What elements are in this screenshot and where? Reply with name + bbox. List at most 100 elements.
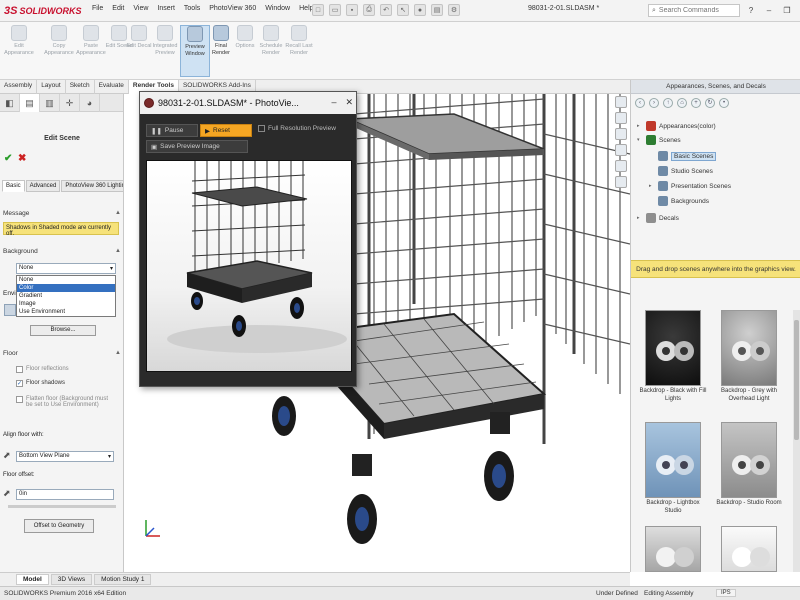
file-properties-icon[interactable]: ▤	[431, 4, 443, 16]
undo-icon[interactable]: ↶	[380, 4, 392, 16]
option-image[interactable]: Image	[17, 300, 115, 308]
solidworks-logo[interactable]: 3S SOLIDWORKS	[4, 4, 81, 18]
tab-advanced[interactable]: Advanced	[25, 180, 61, 192]
options-icon[interactable]: ⚙	[448, 4, 460, 16]
property-manager-icon[interactable]: ▤	[20, 94, 40, 112]
floor-offset-input[interactable]: 0in	[16, 489, 114, 500]
open-icon[interactable]: ▭	[329, 4, 341, 16]
scene-lightbox-studio[interactable]: Backdrop - Lightbox Studio	[637, 422, 709, 515]
search-input[interactable]	[658, 7, 729, 14]
tab-3d-views[interactable]: 3D Views	[50, 574, 93, 585]
scene-grey-overhead[interactable]: Backdrop - Grey with Overhead Light	[713, 310, 785, 403]
menu-file[interactable]: File	[92, 5, 103, 12]
option-color[interactable]: Color	[17, 284, 115, 292]
search-commands[interactable]: ⌕	[648, 4, 740, 17]
checkbox-icon	[16, 366, 23, 373]
gallery-scrollbar[interactable]	[793, 310, 800, 572]
paste-appearance-button[interactable]: Paste Appearance	[76, 25, 106, 77]
environment-header[interactable]: Envi	[3, 290, 16, 297]
tree-item-scenes[interactable]: ▾ Scenes	[637, 134, 681, 146]
pin-icon[interactable]: •	[719, 98, 729, 108]
floor-reflections-checkbox[interactable]: Floor reflections	[16, 366, 116, 373]
tab-basic[interactable]: Basic	[2, 180, 25, 192]
schedule-render-button[interactable]: Schedule Render	[256, 25, 286, 77]
scene-item[interactable]	[637, 526, 709, 572]
menu-photoview[interactable]: PhotoView 360	[209, 5, 256, 12]
option-use-environment[interactable]: Use Environment	[17, 308, 115, 316]
background-select[interactable]: None ▾	[16, 263, 116, 274]
cancel-icon[interactable]: ✖	[18, 153, 26, 164]
rebuild-icon[interactable]: ●	[414, 4, 426, 16]
view-palette-icon[interactable]	[615, 144, 627, 156]
units-selector[interactable]: IPS	[716, 589, 736, 597]
tree-item-presentation-scenes[interactable]: ▸ Presentation Scenes	[649, 180, 731, 192]
reset-button[interactable]: ▶ Reset	[200, 124, 252, 137]
tab-photoview-lighting[interactable]: PhotoView 360 Lighting	[61, 180, 123, 192]
pause-button[interactable]: ❚❚ Pause	[146, 124, 198, 137]
tab-model[interactable]: Model	[16, 574, 49, 585]
up-icon[interactable]: ↑	[663, 98, 673, 108]
copy-appearance-button[interactable]: Copy Appearance	[44, 25, 74, 77]
appearances-icon[interactable]	[615, 160, 627, 172]
message-header[interactable]: Message ▲	[3, 210, 121, 217]
floor-shadows-checkbox[interactable]: ✓ Floor shadows	[16, 380, 116, 387]
restore-icon[interactable]: ❐	[780, 3, 794, 17]
offset-to-geometry-button[interactable]: Offset to Geometry	[24, 519, 94, 533]
menu-view[interactable]: View	[133, 5, 148, 12]
align-floor-select[interactable]: Bottom View Plane ▾	[16, 451, 114, 462]
forward-icon[interactable]: ›	[649, 98, 659, 108]
full-resolution-checkbox[interactable]: Full Resolution Preview	[258, 125, 336, 132]
floor-header[interactable]: Floor ▲	[3, 350, 121, 357]
feature-manager-icon[interactable]: ◧	[0, 94, 20, 112]
option-none[interactable]: None	[17, 276, 115, 284]
tree-item-appearances[interactable]: ▸ Appearances(color)	[637, 120, 716, 132]
display-manager-icon[interactable]: ◕	[80, 94, 100, 112]
home-icon[interactable]: ⌂	[677, 98, 687, 108]
print-icon[interactable]: ⎙	[363, 4, 375, 16]
tab-assembly[interactable]: Assembly	[0, 80, 38, 94]
scene-item[interactable]	[713, 526, 785, 572]
tab-evaluate[interactable]: Evaluate	[95, 80, 129, 94]
tree-item-decals[interactable]: ▸ Decals	[637, 212, 679, 224]
browse-button[interactable]: Browse...	[30, 325, 96, 336]
scrollbar-thumb[interactable]	[794, 320, 799, 440]
back-icon[interactable]: ‹	[635, 98, 645, 108]
tab-motion-study[interactable]: Motion Study 1	[94, 574, 152, 585]
edit-appearance-button[interactable]: Edit Appearance	[4, 25, 34, 77]
scene-black-fill-lights[interactable]: Backdrop - Black with Fill Lights	[637, 310, 709, 403]
floor-offset-slider[interactable]	[8, 505, 116, 508]
recall-last-render-button[interactable]: Recall Last Render	[284, 25, 314, 77]
new-icon[interactable]: □	[312, 4, 324, 16]
minimize-icon[interactable]: –	[762, 3, 776, 17]
refresh-icon[interactable]: ↻	[705, 98, 715, 108]
scene-studio-room[interactable]: Backdrop - Studio Room	[713, 422, 785, 507]
save-icon[interactable]: ▪	[346, 4, 358, 16]
tree-item-basic-scenes[interactable]: Basic Scenes	[649, 150, 717, 162]
flatten-floor-checkbox[interactable]: Flatten floor (Background must be set to…	[16, 396, 116, 408]
help-icon[interactable]: ?	[744, 3, 758, 17]
tree-item-backgrounds[interactable]: Backgrounds	[649, 195, 709, 207]
menu-insert[interactable]: Insert	[157, 5, 175, 12]
ok-icon[interactable]: ✔	[4, 153, 12, 164]
save-preview-button[interactable]: ▣ Save Preview Image	[146, 140, 248, 153]
menu-tools[interactable]: Tools	[184, 5, 200, 12]
solidworks-resources-icon[interactable]	[615, 96, 627, 108]
integrated-preview-button[interactable]: Integrated Preview	[150, 25, 180, 77]
background-header[interactable]: Background ▲	[3, 248, 121, 255]
close-icon[interactable]: ✕	[345, 97, 353, 108]
select-icon[interactable]: ↖	[397, 4, 409, 16]
tab-layout[interactable]: Layout	[37, 80, 66, 94]
preview-titlebar[interactable]: 98031-2-01.SLDASM* - PhotoVie... – ✕	[140, 92, 356, 114]
dimxpert-icon[interactable]: ✛	[60, 94, 80, 112]
tab-sketch[interactable]: Sketch	[66, 80, 95, 94]
configuration-manager-icon[interactable]: ▥	[40, 94, 60, 112]
menu-window[interactable]: Window	[265, 5, 290, 12]
menu-edit[interactable]: Edit	[112, 5, 124, 12]
file-explorer-icon[interactable]	[615, 128, 627, 140]
add-folder-icon[interactable]: +	[691, 98, 701, 108]
custom-properties-icon[interactable]	[615, 176, 627, 188]
minimize-icon[interactable]: –	[331, 97, 336, 108]
design-library-icon[interactable]	[615, 112, 627, 124]
option-gradient[interactable]: Gradient	[17, 292, 115, 300]
tree-item-studio-scenes[interactable]: Studio Scenes	[649, 165, 713, 177]
